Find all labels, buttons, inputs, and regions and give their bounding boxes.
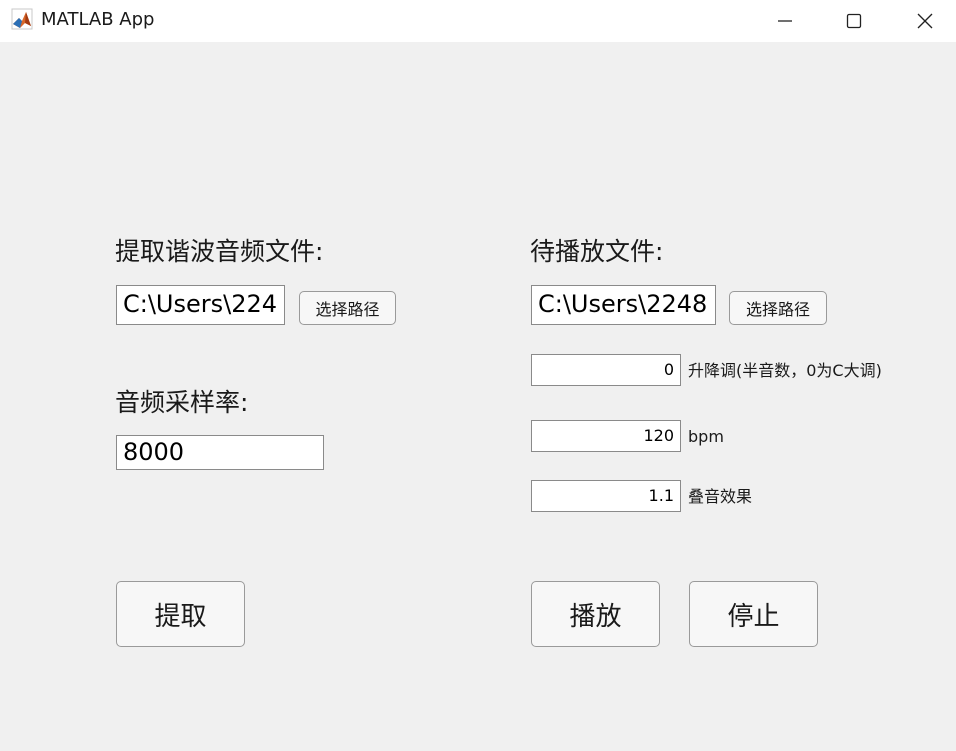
maximize-icon bbox=[846, 13, 862, 29]
window-title: MATLAB App bbox=[41, 9, 155, 30]
overlap-label: 叠音效果 bbox=[688, 487, 753, 506]
minimize-icon bbox=[777, 13, 793, 29]
extract-file-path-field[interactable]: C:\Users\224 bbox=[116, 285, 285, 325]
extract-button[interactable]: 提取 bbox=[116, 581, 245, 647]
sample-rate-field[interactable]: 8000 bbox=[116, 435, 324, 470]
sample-rate-label: 音频采样率: bbox=[115, 388, 249, 417]
close-button[interactable] bbox=[895, 0, 955, 42]
minimize-button[interactable] bbox=[755, 0, 815, 42]
play-browse-button[interactable]: 选择路径 bbox=[729, 291, 827, 325]
title-bar: MATLAB App bbox=[0, 0, 956, 42]
maximize-button[interactable] bbox=[824, 0, 884, 42]
play-file-path-field[interactable]: C:\Users\2248 bbox=[531, 285, 716, 325]
close-icon bbox=[917, 13, 933, 29]
overlap-field[interactable]: 1.1 bbox=[531, 480, 681, 512]
transpose-field[interactable]: 0 bbox=[531, 354, 681, 386]
extract-browse-button[interactable]: 选择路径 bbox=[299, 291, 396, 325]
stop-button[interactable]: 停止 bbox=[689, 581, 818, 647]
transpose-label: 升降调(半音数，0为C大调) bbox=[688, 361, 882, 380]
play-file-label: 待播放文件: bbox=[530, 237, 664, 266]
bpm-field[interactable]: 120 bbox=[531, 420, 681, 452]
extract-file-label: 提取谐波音频文件: bbox=[115, 237, 324, 266]
matlab-logo-icon bbox=[11, 8, 33, 30]
play-button[interactable]: 播放 bbox=[531, 581, 660, 647]
bpm-label: bpm bbox=[688, 427, 724, 446]
